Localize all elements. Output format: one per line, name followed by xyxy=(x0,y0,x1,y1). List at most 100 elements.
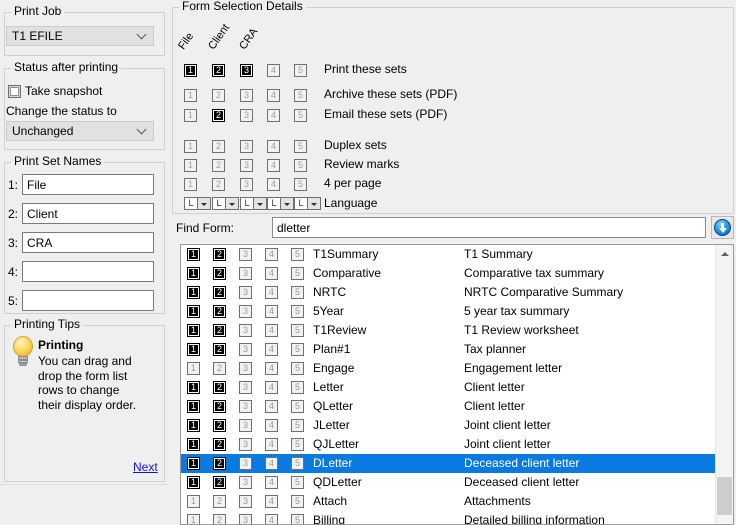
print-job-select[interactable]: T1 EFILE xyxy=(6,26,154,46)
row-setbox[interactable]: 2 xyxy=(213,343,226,356)
option-setbox[interactable]: 2 xyxy=(212,109,225,122)
row-setbox[interactable]: 3 xyxy=(239,248,252,261)
row-setbox[interactable]: 2 xyxy=(213,419,226,432)
table-row[interactable]: 1 2 3 4 5 T1Summary T1 Summary xyxy=(181,245,716,264)
row-setbox[interactable]: 5 xyxy=(291,362,304,375)
row-setbox[interactable]: 5 xyxy=(291,381,304,394)
row-setbox[interactable]: 2 xyxy=(213,457,226,470)
option-setbox[interactable]: 3 xyxy=(240,109,253,122)
row-setbox[interactable]: 4 xyxy=(265,438,278,451)
row-setbox[interactable]: 5 xyxy=(291,267,304,280)
row-setbox[interactable]: 5 xyxy=(291,400,304,413)
row-setbox[interactable]: 4 xyxy=(265,476,278,489)
row-setbox[interactable]: 2 xyxy=(213,438,226,451)
option-setbox[interactable]: 2 xyxy=(212,178,225,191)
chevron-down-icon[interactable] xyxy=(198,197,211,210)
row-setbox[interactable]: 5 xyxy=(291,305,304,318)
chevron-down-icon[interactable] xyxy=(281,197,294,210)
print-set-name-input-4[interactable] xyxy=(22,261,154,282)
row-setbox[interactable]: 4 xyxy=(265,495,278,508)
row-setbox[interactable]: 5 xyxy=(291,419,304,432)
row-setbox[interactable]: 3 xyxy=(239,305,252,318)
row-setbox[interactable]: 1 xyxy=(187,305,200,318)
row-setbox[interactable]: 2 xyxy=(213,305,226,318)
row-setbox[interactable]: 1 xyxy=(187,400,200,413)
language-select[interactable]: L xyxy=(240,197,267,210)
row-setbox[interactable]: 4 xyxy=(265,514,278,524)
option-setbox[interactable]: 1 xyxy=(184,109,197,122)
option-setbox[interactable]: 1 xyxy=(184,89,197,102)
option-setbox[interactable]: 1 xyxy=(184,64,197,77)
form-list[interactable]: 1 2 3 4 5 T1Summary T1 Summary 1 2 3 4 5 Comparative… xyxy=(180,244,734,525)
row-setbox[interactable]: 2 xyxy=(213,495,226,508)
row-setbox[interactable]: 1 xyxy=(187,476,200,489)
table-row[interactable]: 1 2 3 4 5 Letter Client letter xyxy=(181,378,716,397)
language-select[interactable]: L xyxy=(184,197,211,210)
row-setbox[interactable]: 1 xyxy=(187,343,200,356)
option-setbox[interactable]: 4 xyxy=(267,89,280,102)
language-select[interactable]: L xyxy=(212,197,239,210)
option-setbox[interactable]: 1 xyxy=(184,178,197,191)
option-setbox[interactable]: 4 xyxy=(267,159,280,172)
row-setbox[interactable]: 4 xyxy=(265,457,278,470)
row-setbox[interactable]: 4 xyxy=(265,324,278,337)
row-setbox[interactable]: 5 xyxy=(291,514,304,524)
scrollbar-thumb[interactable] xyxy=(717,477,732,515)
chevron-down-icon[interactable] xyxy=(226,197,239,210)
row-setbox[interactable]: 2 xyxy=(213,248,226,261)
language-select[interactable]: L xyxy=(267,197,294,210)
option-setbox[interactable]: 4 xyxy=(267,109,280,122)
row-setbox[interactable]: 2 xyxy=(213,286,226,299)
option-setbox[interactable]: 3 xyxy=(240,89,253,102)
option-setbox[interactable]: 5 xyxy=(294,64,307,77)
row-setbox[interactable]: 1 xyxy=(187,419,200,432)
row-setbox[interactable]: 4 xyxy=(265,381,278,394)
row-setbox[interactable]: 4 xyxy=(265,343,278,356)
row-setbox[interactable]: 3 xyxy=(239,267,252,280)
row-setbox[interactable]: 3 xyxy=(239,419,252,432)
tips-next-link[interactable]: Next xyxy=(133,460,158,474)
chevron-down-icon[interactable] xyxy=(308,197,321,210)
option-setbox[interactable]: 3 xyxy=(240,64,253,77)
find-form-go-button[interactable] xyxy=(711,216,734,239)
row-setbox[interactable]: 3 xyxy=(239,343,252,356)
row-setbox[interactable]: 3 xyxy=(239,286,252,299)
row-setbox[interactable]: 2 xyxy=(213,267,226,280)
table-row[interactable]: 1 2 3 4 5 QDLetter Deceased client letter xyxy=(181,473,716,492)
row-setbox[interactable]: 1 xyxy=(187,514,200,524)
option-setbox[interactable]: 5 xyxy=(294,89,307,102)
option-setbox[interactable]: 2 xyxy=(212,140,225,153)
option-setbox[interactable]: 3 xyxy=(240,159,253,172)
row-setbox[interactable]: 5 xyxy=(291,286,304,299)
row-setbox[interactable]: 3 xyxy=(239,400,252,413)
table-row[interactable]: 1 2 3 4 5 JLetter Joint client letter xyxy=(181,416,716,435)
table-row[interactable]: 1 2 3 4 5 Attach Attachments xyxy=(181,492,716,511)
print-set-name-input-1[interactable]: File xyxy=(22,174,154,195)
row-setbox[interactable]: 3 xyxy=(239,324,252,337)
row-setbox[interactable]: 4 xyxy=(265,400,278,413)
table-row[interactable]: 1 2 3 4 5 QJLetter Joint client letter xyxy=(181,435,716,454)
table-row[interactable]: 1 2 3 4 5 Plan#1 Tax planner xyxy=(181,340,716,359)
option-setbox[interactable]: 5 xyxy=(294,178,307,191)
row-setbox[interactable]: 1 xyxy=(187,248,200,261)
row-setbox[interactable]: 1 xyxy=(187,381,200,394)
option-setbox[interactable]: 3 xyxy=(240,178,253,191)
row-setbox[interactable]: 2 xyxy=(213,381,226,394)
table-row[interactable]: 1 2 3 4 5 DLetter Deceased client letter xyxy=(181,454,716,473)
form-list-scrollbar[interactable] xyxy=(715,245,733,524)
option-setbox[interactable]: 2 xyxy=(212,64,225,77)
scroll-up-arrow-icon[interactable] xyxy=(716,245,733,262)
row-setbox[interactable]: 3 xyxy=(239,362,252,375)
row-setbox[interactable]: 3 xyxy=(239,495,252,508)
row-setbox[interactable]: 5 xyxy=(291,438,304,451)
option-setbox[interactable]: 1 xyxy=(184,159,197,172)
row-setbox[interactable]: 3 xyxy=(239,457,252,470)
row-setbox[interactable]: 5 xyxy=(291,476,304,489)
row-setbox[interactable]: 4 xyxy=(265,286,278,299)
row-setbox[interactable]: 2 xyxy=(213,514,226,524)
language-select[interactable]: L xyxy=(294,197,321,210)
option-setbox[interactable]: 4 xyxy=(267,178,280,191)
row-setbox[interactable]: 1 xyxy=(187,324,200,337)
row-setbox[interactable]: 5 xyxy=(291,343,304,356)
row-setbox[interactable]: 1 xyxy=(187,286,200,299)
